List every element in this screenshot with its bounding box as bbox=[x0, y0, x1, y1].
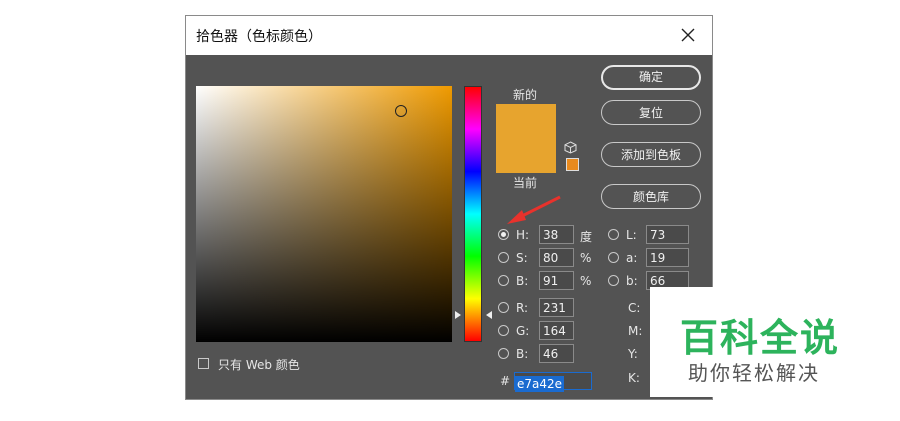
new-color-swatch bbox=[496, 104, 556, 139]
web-colors-only-checkbox[interactable] bbox=[198, 358, 209, 369]
hue-radio[interactable] bbox=[498, 229, 509, 240]
red-label: R: bbox=[516, 301, 529, 315]
lightness-input[interactable]: 73 bbox=[646, 225, 689, 244]
lightness-label: L: bbox=[626, 228, 637, 242]
hue-slider-handle-right[interactable] bbox=[486, 311, 492, 319]
ok-button[interactable]: 确定 bbox=[601, 65, 701, 90]
add-to-swatches-button[interactable]: 添加到色板 bbox=[601, 142, 701, 167]
green-radio[interactable] bbox=[498, 325, 509, 336]
watermark: 百科全说 助你轻松解决 bbox=[650, 287, 840, 397]
blue-input[interactable]: 46 bbox=[539, 344, 574, 363]
a-channel-radio[interactable] bbox=[608, 252, 619, 263]
color-picker-marker[interactable] bbox=[395, 105, 407, 117]
brightness-radio[interactable] bbox=[498, 275, 509, 286]
web-colors-only-label: 只有 Web 颜色 bbox=[218, 358, 300, 372]
color-picker-dialog: 拾色器（色标颜色） 新的 当前 确定 复位 添加到色板 颜色库 H: 38 度 … bbox=[185, 15, 713, 400]
hue-slider[interactable] bbox=[464, 86, 482, 342]
saturation-unit: % bbox=[580, 251, 592, 265]
saturation-radio[interactable] bbox=[498, 252, 509, 263]
close-button[interactable] bbox=[666, 16, 712, 55]
cyan-label: C: bbox=[628, 301, 641, 315]
green-label: G: bbox=[516, 324, 530, 338]
watermark-subtitle: 助你轻松解决 bbox=[688, 361, 820, 385]
current-color-label: 当前 bbox=[513, 176, 538, 190]
hex-input[interactable]: e7a42e bbox=[514, 372, 592, 392]
black-label: K: bbox=[628, 371, 640, 385]
b-channel-label: b: bbox=[626, 274, 638, 288]
lightness-radio[interactable] bbox=[608, 229, 619, 240]
saturation-input[interactable]: 80 bbox=[539, 248, 574, 267]
saturation-brightness-field[interactable] bbox=[196, 86, 452, 342]
brightness-unit: % bbox=[580, 274, 592, 288]
title-bar: 拾色器（色标颜色） bbox=[186, 16, 712, 55]
a-channel-label: a: bbox=[626, 251, 638, 265]
red-input[interactable]: 231 bbox=[539, 298, 574, 317]
b-channel-radio[interactable] bbox=[608, 275, 619, 286]
red-radio[interactable] bbox=[498, 302, 509, 313]
hue-slider-handle-left[interactable] bbox=[455, 311, 461, 319]
hex-value-selected: e7a42e bbox=[515, 376, 565, 392]
reset-button[interactable]: 复位 bbox=[601, 100, 701, 125]
annotation-arrow-icon bbox=[507, 195, 561, 224]
hex-label: # bbox=[500, 374, 511, 388]
blue-label: B: bbox=[516, 347, 529, 361]
yellow-label: Y: bbox=[628, 347, 638, 361]
hue-unit: 度 bbox=[580, 230, 593, 244]
color-libraries-button[interactable]: 颜色库 bbox=[601, 184, 701, 209]
close-icon bbox=[681, 28, 695, 42]
magenta-label: M: bbox=[628, 324, 643, 338]
hue-label: H: bbox=[516, 228, 530, 242]
brightness-label: B: bbox=[516, 274, 529, 288]
cube-icon[interactable] bbox=[564, 141, 577, 154]
green-input[interactable]: 164 bbox=[539, 321, 574, 340]
current-color-swatch[interactable] bbox=[496, 138, 556, 173]
a-channel-input[interactable]: 19 bbox=[646, 248, 689, 267]
dialog-title: 拾色器（色标颜色） bbox=[196, 29, 322, 45]
brightness-input[interactable]: 91 bbox=[539, 271, 574, 290]
new-color-label: 新的 bbox=[513, 88, 538, 102]
web-safe-warning-swatch[interactable] bbox=[566, 158, 579, 171]
watermark-title: 百科全说 bbox=[680, 316, 841, 360]
hue-input[interactable]: 38 bbox=[539, 225, 574, 244]
blue-radio[interactable] bbox=[498, 348, 509, 359]
saturation-label: S: bbox=[516, 251, 528, 265]
